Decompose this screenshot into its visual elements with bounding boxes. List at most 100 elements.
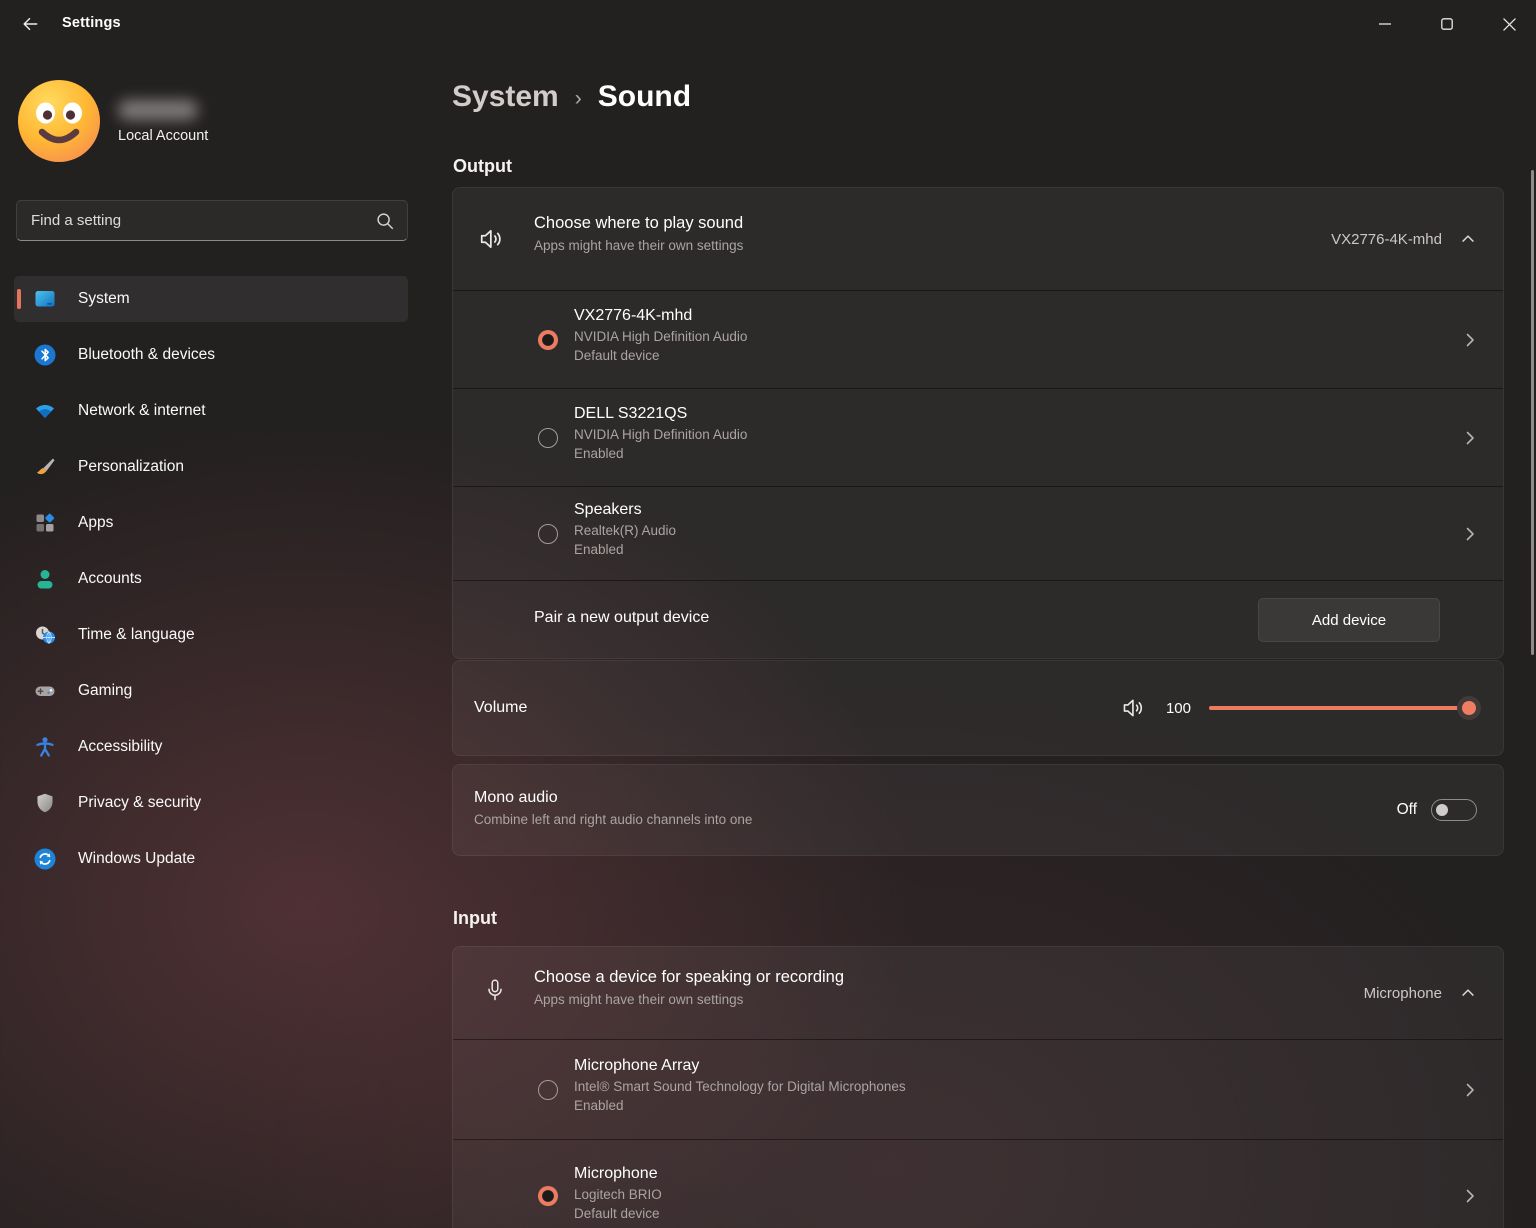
sidebar-item-label: Privacy & security [78,794,201,812]
shield-icon [33,791,57,815]
system-icon [33,287,57,311]
add-device-button[interactable]: Add device [1258,598,1440,642]
sidebar-item-personalization[interactable]: Personalization [14,444,408,490]
input-picker-title: Choose a device for speaking or recordin… [534,968,844,987]
radio-unselected[interactable] [538,1080,558,1100]
chevron-right-icon[interactable] [1462,1188,1478,1204]
sidebar-nav: System Bluetooth & devices Network & int… [14,276,408,892]
user-avatar[interactable] [16,78,102,164]
input-picker-subtitle: Apps might have their own settings [534,992,844,1007]
sidebar-item-gaming[interactable]: Gaming [14,668,408,714]
sidebar-item-label: Personalization [78,458,184,476]
volume-slider[interactable] [1209,696,1479,720]
toggle-knob [1436,804,1448,816]
pair-device-row: Pair a new output device Add device [453,580,1503,658]
clock-globe-icon [33,623,57,647]
mono-audio-state-label: Off [1397,801,1417,819]
input-device-row-microphone[interactable]: Microphone Logitech BRIO Default device [453,1139,1503,1228]
output-section-label: Output [453,156,512,177]
sidebar-item-system[interactable]: System [14,276,408,322]
volume-slider-thumb[interactable] [1457,696,1481,720]
output-device-row-speakers[interactable]: Speakers Realtek(R) Audio Enabled [453,486,1503,580]
update-icon [33,847,57,871]
sidebar-item-label: Gaming [78,682,132,700]
sidebar-item-label: Time & language [78,626,195,644]
chevron-right-icon[interactable] [1462,430,1478,446]
chevron-up-icon[interactable] [1459,230,1477,248]
search-icon [374,210,396,232]
output-picker-title: Choose where to play sound [534,214,743,233]
device-name: VX2776-4K-mhd [574,307,747,325]
sidebar-item-label: Apps [78,514,113,532]
output-device-row-dell[interactable]: DELL S3221QS NVIDIA High Definition Audi… [453,388,1503,486]
close-button[interactable] [1486,0,1532,48]
search-input[interactable] [17,201,407,240]
main-content: System › Sound Output Choose where to pl… [452,48,1536,1228]
input-picker-header[interactable]: Choose a device for speaking or recordin… [453,947,1503,1039]
back-button[interactable] [14,9,46,39]
radio-unselected[interactable] [538,524,558,544]
wifi-icon [33,399,57,423]
mono-audio-subtitle: Combine left and right audio channels in… [474,812,752,827]
breadcrumb-separator: › [575,87,582,111]
volume-slider-track[interactable] [1209,706,1479,710]
radio-unselected[interactable] [538,428,558,448]
input-device-row-mic-array[interactable]: Microphone Array Intel® Smart Sound Tech… [453,1039,1503,1139]
volume-label: Volume [474,699,527,717]
chevron-right-icon[interactable] [1462,526,1478,542]
sidebar-item-apps[interactable]: Apps [14,500,408,546]
sidebar-item-label: Network & internet [78,402,206,420]
output-selected-device-value: VX2776-4K-mhd [1331,231,1442,248]
scrollbar[interactable] [1531,170,1534,655]
device-status: Enabled [574,542,676,557]
chevron-right-icon[interactable] [1462,1082,1478,1098]
account-type-label: Local Account [118,128,208,144]
pair-device-label: Pair a new output device [534,609,709,627]
search-box [16,200,408,241]
microphone-icon [483,977,507,1007]
minimize-button[interactable] [1362,0,1408,48]
output-device-group: Choose where to play sound Apps might ha… [452,187,1504,659]
accessibility-person-icon [33,735,57,759]
sidebar-item-network-internet[interactable]: Network & internet [14,388,408,434]
selected-indicator-pill [17,289,21,309]
mono-audio-title: Mono audio [474,789,752,807]
volume-icon[interactable] [1121,695,1147,721]
sidebar-item-label: Accessibility [78,738,162,756]
breadcrumb: System › Sound [452,80,691,114]
sidebar-item-privacy-security[interactable]: Privacy & security [14,780,408,826]
mono-audio-toggle[interactable] [1431,799,1477,821]
output-device-row-vx2776[interactable]: VX2776-4K-mhd NVIDIA High Definition Aud… [453,290,1503,388]
titlebar: Settings [0,0,1536,48]
minimize-icon [1379,18,1391,30]
sidebar-item-bluetooth-devices[interactable]: Bluetooth & devices [14,332,408,378]
device-name: Speakers [574,501,676,519]
sidebar-item-time-language[interactable]: Time & language [14,612,408,658]
device-name: Microphone Array [574,1057,906,1075]
radio-selected[interactable] [538,1186,558,1206]
sidebar-item-windows-update[interactable]: Windows Update [14,836,408,882]
output-picker-header[interactable]: Choose where to play sound Apps might ha… [453,188,1503,290]
device-name: Microphone [574,1165,662,1183]
bluetooth-icon [33,343,57,367]
radio-selected[interactable] [538,330,558,350]
gamepad-icon [33,679,57,703]
output-picker-subtitle: Apps might have their own settings [534,238,743,253]
device-driver: Realtek(R) Audio [574,523,676,538]
device-status: Default device [574,1206,662,1221]
chevron-up-icon[interactable] [1459,984,1477,1002]
input-device-group: Choose a device for speaking or recordin… [452,946,1504,1228]
paintbrush-icon [33,455,57,479]
back-arrow-icon [20,14,40,34]
sidebar-item-accounts[interactable]: Accounts [14,556,408,602]
person-icon [33,567,57,591]
sidebar-item-accessibility[interactable]: Accessibility [14,724,408,770]
device-driver: Intel® Smart Sound Technology for Digita… [574,1079,906,1094]
maximize-button[interactable] [1424,0,1470,48]
device-driver: Logitech BRIO [574,1187,662,1202]
sidebar-item-label: Bluetooth & devices [78,346,215,364]
device-status: Default device [574,348,747,363]
input-selected-device-value: Microphone [1364,985,1442,1002]
chevron-right-icon[interactable] [1462,332,1478,348]
breadcrumb-system[interactable]: System [452,80,559,114]
